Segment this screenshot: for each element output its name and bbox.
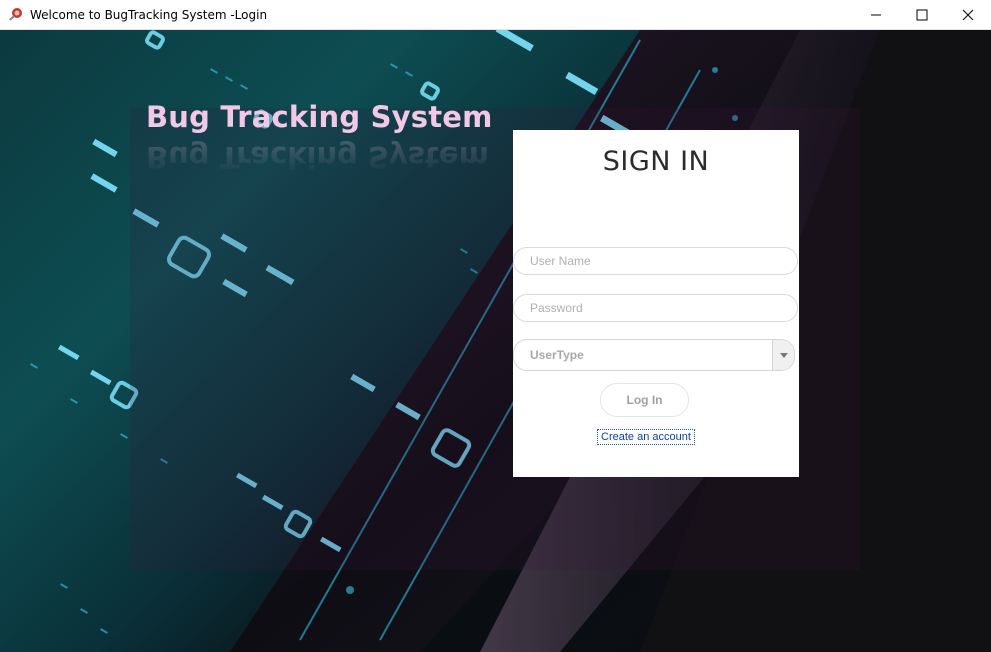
username-input[interactable]: [513, 247, 798, 275]
minimize-icon: [871, 14, 881, 16]
minimize-button[interactable]: [853, 0, 899, 30]
close-button[interactable]: [945, 0, 991, 30]
password-input[interactable]: [513, 294, 798, 322]
close-icon: [962, 9, 974, 21]
login-button[interactable]: Log In: [600, 383, 689, 417]
brand-title: Bug Tracking System: [146, 100, 493, 134]
chevron-down-icon: [779, 352, 788, 358]
create-account-link[interactable]: Create an account: [597, 429, 695, 445]
login-card: SIGN IN UserType Log In Create an accoun…: [513, 130, 799, 477]
brand-title-reflection: Bug Tracking System: [146, 140, 489, 174]
window-title: Welcome to BugTracking System -Login: [30, 7, 268, 22]
usertype-selected-value: UserType: [530, 348, 584, 362]
maximize-icon: [916, 9, 928, 21]
maximize-button[interactable]: [899, 0, 945, 30]
dropdown-arrow-button[interactable]: [772, 340, 794, 370]
sign-in-heading: SIGN IN: [602, 146, 710, 177]
app-icon: [9, 7, 22, 21]
window-title-bar: Welcome to BugTracking System -Login: [0, 0, 991, 30]
usertype-select[interactable]: UserType: [513, 339, 795, 371]
